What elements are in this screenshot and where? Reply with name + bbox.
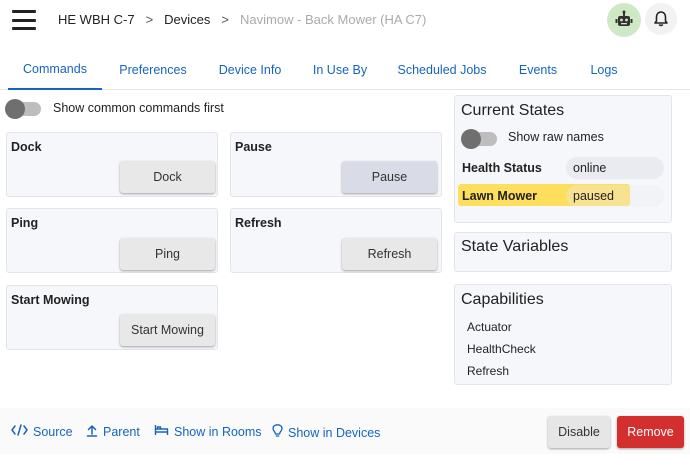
bed-icon <box>154 424 169 439</box>
breadcrumb-separator: > <box>221 12 229 27</box>
pause-button[interactable]: Pause <box>342 161 437 193</box>
tab-scheduled-jobs[interactable]: Scheduled Jobs <box>392 50 492 90</box>
disable-button[interactable]: Disable <box>548 416 610 448</box>
tab-preferences[interactable]: Preferences <box>112 50 194 90</box>
command-title: Start Mowing <box>11 293 90 307</box>
state-value-lawn-mower: paused <box>566 185 664 207</box>
current-states-panel: Current States Show raw names Health Sta… <box>454 95 672 223</box>
remove-button[interactable]: Remove <box>617 416 684 448</box>
command-card-dock: Dock Dock <box>6 132 218 197</box>
command-card-start-mowing: Start Mowing Start Mowing <box>6 285 218 350</box>
common-commands-toggle-label: Show common commands first <box>53 101 224 115</box>
menu-icon[interactable] <box>12 10 36 30</box>
tab-logs[interactable]: Logs <box>584 50 624 90</box>
show-in-devices-link-label: Show in Devices <box>288 425 381 440</box>
parent-link-label: Parent <box>103 425 140 439</box>
breadcrumb-hub[interactable]: HE WBH C-7 <box>58 12 135 27</box>
command-title: Pause <box>235 140 272 154</box>
ping-button[interactable]: Ping <box>120 238 215 270</box>
footer-bar: Source Parent Show in Rooms Show in Devi… <box>0 408 690 454</box>
upload-icon <box>86 424 98 440</box>
command-title: Dock <box>11 140 42 154</box>
capabilities-title: Capabilities <box>461 291 544 308</box>
start-mowing-button[interactable]: Start Mowing <box>120 314 215 346</box>
code-icon <box>11 424 28 439</box>
lightbulb-icon <box>272 424 283 441</box>
current-states-title: Current States <box>461 102 565 119</box>
state-variables-title: State Variables <box>461 238 569 255</box>
tab-device-info[interactable]: Device Info <box>210 50 290 90</box>
tab-in-use-by[interactable]: In Use By <box>306 50 374 90</box>
state-name-health-status: Health Status <box>462 161 542 175</box>
tab-commands[interactable]: Commands <box>8 50 102 90</box>
command-card-pause: Pause Pause <box>230 132 442 197</box>
state-name-lawn-mower: Lawn Mower <box>462 189 538 203</box>
common-commands-toggle[interactable] <box>5 99 41 119</box>
capability-item: Refresh <box>467 364 510 378</box>
capability-item: HealthCheck <box>467 342 536 356</box>
state-variables-panel: State Variables <box>454 232 672 272</box>
breadcrumb-devices[interactable]: Devices <box>164 12 210 27</box>
source-link[interactable]: Source <box>11 424 73 439</box>
dock-button[interactable]: Dock <box>120 161 215 193</box>
breadcrumb-device-name: Navimow - Back Mower (HA C7) <box>240 12 427 27</box>
show-in-rooms-link[interactable]: Show in Rooms <box>154 424 262 439</box>
tab-bar: Commands Preferences Device Info In Use … <box>0 50 690 90</box>
show-in-devices-link[interactable]: Show in Devices <box>272 424 380 441</box>
bell-icon[interactable] <box>645 3 677 35</box>
raw-names-toggle-label: Show raw names <box>508 130 604 144</box>
command-title: Ping <box>11 216 39 230</box>
source-link-label: Source <box>33 424 73 439</box>
command-title: Refresh <box>235 216 282 230</box>
breadcrumb-separator: > <box>145 12 154 27</box>
capability-item: Actuator <box>467 320 512 334</box>
tab-events[interactable]: Events <box>510 50 566 90</box>
refresh-button[interactable]: Refresh <box>342 238 437 270</box>
parent-link[interactable]: Parent <box>86 424 140 440</box>
robot-icon[interactable] <box>607 3 641 37</box>
command-card-ping: Ping Ping <box>6 208 218 273</box>
app-header: HE WBH C-7 > Devices > Navimow - Back Mo… <box>0 0 690 42</box>
raw-names-toggle[interactable] <box>461 129 497 149</box>
state-value-health-status: online <box>566 157 664 179</box>
capabilities-panel: Capabilities Actuator HealthCheck Refres… <box>454 284 672 385</box>
command-card-refresh: Refresh Refresh <box>230 208 442 273</box>
breadcrumb: HE WBH C-7 > Devices > Navimow - Back Mo… <box>58 12 426 27</box>
show-in-rooms-link-label: Show in Rooms <box>174 424 262 439</box>
